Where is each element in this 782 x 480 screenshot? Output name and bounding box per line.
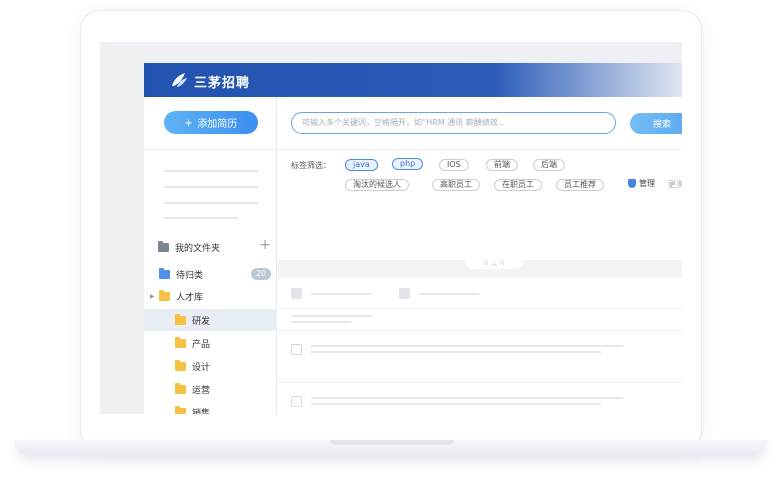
tree-item-label: 研发 <box>192 316 211 327</box>
grip-icon: ⁝⁝ <box>483 259 489 267</box>
caret-right-icon[interactable]: ▶ <box>150 293 155 300</box>
tree-item-design[interactable]: 设计 <box>144 355 277 377</box>
folder-icon <box>158 240 169 252</box>
sidebar: + 添加简历 我的文件夹 + 待归类 20 ▶ 人才库 研发 产品 设计 运营 … <box>144 97 277 414</box>
add-resume-label: 添加简历 <box>197 119 238 130</box>
shield-icon <box>628 179 636 188</box>
folder-yellow-icon <box>175 405 186 414</box>
placeholder-line <box>164 202 258 204</box>
row-divider <box>278 330 682 331</box>
placeholder-line <box>311 293 371 295</box>
tag-filter-label: 标签筛选： <box>291 161 331 170</box>
search-button[interactable]: 搜索 <box>630 113 682 134</box>
app-header: 三茅招聘 <box>144 63 682 97</box>
tree-item-uncategorized[interactable]: 待归类 20 <box>144 263 277 285</box>
tree-item-label: 产品 <box>192 339 211 350</box>
tree-item-talent-pool[interactable]: ▶ 人才库 <box>144 285 277 307</box>
tree-item-label: 待归类 <box>176 270 204 281</box>
toolbar-divider <box>278 149 682 150</box>
tree-item-sales[interactable]: 销售 <box>144 401 277 414</box>
folder-yellow-icon <box>175 313 186 325</box>
grip-icon: ⁝⁝ <box>499 259 505 267</box>
tree-item-label: 销售 <box>192 408 211 415</box>
select-all-checkbox[interactable] <box>291 288 302 299</box>
folder-yellow-icon <box>175 336 186 348</box>
search-input[interactable]: 可输入多个关键词，空格隔开，如“HRM 通讯 薪酬绩效... <box>291 112 616 134</box>
list-toolbar <box>278 278 682 309</box>
brand-name: 三茅招聘 <box>194 76 251 91</box>
chevron-up-icon: ︿ <box>490 259 498 267</box>
tag-eliminated-candidates[interactable]: 淘汰的候选人 <box>345 179 409 191</box>
more-tags-link[interactable]: 更多 <box>668 179 682 190</box>
add-folder-icon[interactable]: + <box>259 237 271 253</box>
tag-ios[interactable]: IOS <box>439 159 469 171</box>
my-folders-title: 我的文件夹 <box>175 243 221 254</box>
placeholder-line <box>291 315 373 317</box>
row-divider <box>278 382 682 383</box>
row-checkbox[interactable] <box>291 344 302 355</box>
placeholder-line <box>164 217 238 219</box>
folder-yellow-icon <box>175 359 186 371</box>
collapse-filter-toggle[interactable]: ⁝⁝ ︿ ⁝⁝ <box>465 258 523 269</box>
placeholder-line <box>311 345 623 347</box>
plus-icon: + <box>184 115 193 130</box>
placeholder-line <box>311 351 601 353</box>
tree-item-label: 运营 <box>192 385 211 396</box>
folder-yellow-icon <box>175 382 186 394</box>
tree-item-label: 设计 <box>192 362 211 373</box>
placeholder-line <box>164 186 258 188</box>
placeholder-line <box>419 293 479 295</box>
tag-current-employees[interactable]: 在职员工 <box>494 179 542 191</box>
placeholder-line <box>291 321 351 323</box>
tag-backend[interactable]: 后端 <box>533 159 565 171</box>
manage-label: 管理 <box>639 179 655 188</box>
sidebar-divider <box>144 149 277 150</box>
tree-item-product[interactable]: 产品 <box>144 332 277 354</box>
tag-resigned-employees[interactable]: 高职员工 <box>432 179 480 191</box>
manage-tags-button[interactable]: 管理 <box>628 178 655 189</box>
tag-java[interactable]: java <box>345 159 378 171</box>
action-checkbox[interactable] <box>399 288 410 299</box>
placeholder-line <box>164 170 258 172</box>
laptop-screen: 三茅招聘 + 添加简历 我的文件夹 + 待归类 20 ▶ 人才库 研发 产品 设… <box>100 42 682 414</box>
tag-employee-referral[interactable]: 员工推荐 <box>556 179 604 191</box>
folder-blue-icon <box>159 267 170 279</box>
main-panel: 可输入多个关键词，空格隔开，如“HRM 通讯 薪酬绩效... 搜索 标签筛选： … <box>278 97 682 414</box>
folder-yellow-icon <box>159 289 170 301</box>
bottom-fade <box>278 393 682 414</box>
count-badge: 20 <box>250 268 271 280</box>
tree-item-operations[interactable]: 运营 <box>144 378 277 400</box>
tree-item-rd[interactable]: 研发 <box>144 309 277 331</box>
tag-php[interactable]: php <box>392 158 424 170</box>
laptop-notch <box>330 440 454 445</box>
recruiting-app: 三茅招聘 + 添加简历 我的文件夹 + 待归类 20 ▶ 人才库 研发 产品 设… <box>144 63 682 414</box>
leaf-logo-icon <box>172 73 187 87</box>
tag-frontend[interactable]: 前端 <box>486 159 518 171</box>
laptop-mockup: 三茅招聘 + 添加简历 我的文件夹 + 待归类 20 ▶ 人才库 研发 产品 设… <box>0 0 782 480</box>
add-resume-button[interactable]: + 添加简历 <box>164 111 258 134</box>
tree-item-label: 人才库 <box>176 292 204 303</box>
my-folders-header: 我的文件夹 + <box>158 237 271 255</box>
